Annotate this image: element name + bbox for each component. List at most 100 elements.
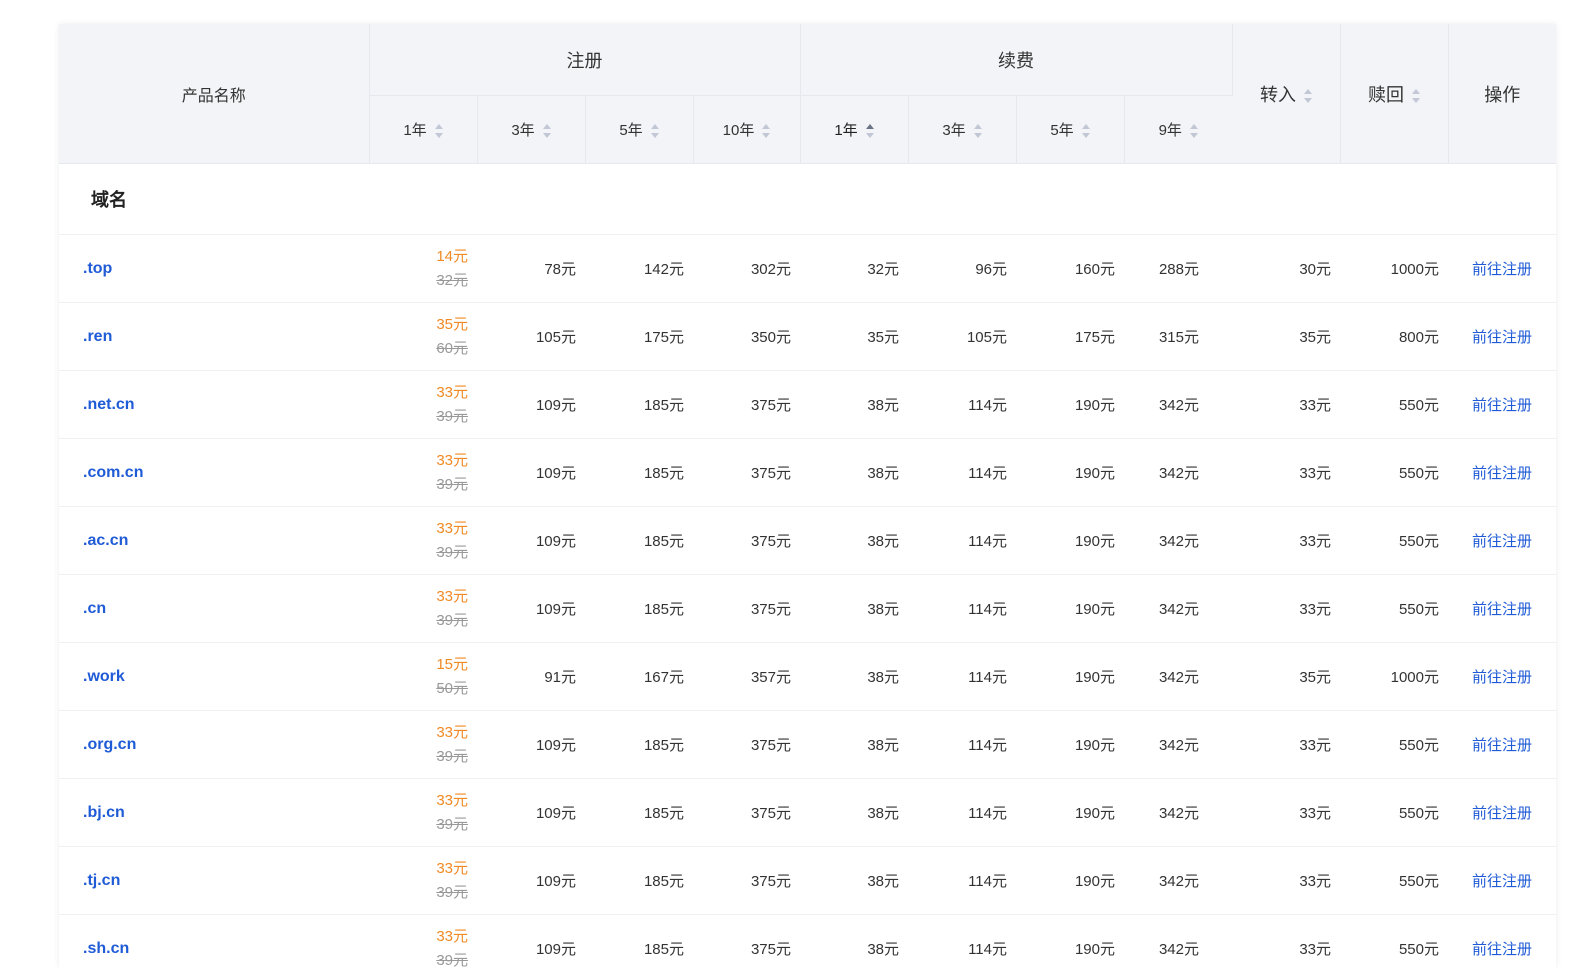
go-register-link[interactable]: 前往注册: [1472, 533, 1532, 550]
go-register-link[interactable]: 前往注册: [1472, 329, 1532, 346]
register-1y-price: 33元 39元: [369, 506, 477, 575]
renew-5y-price: 190元: [1016, 778, 1124, 847]
sort-icon[interactable]: [1081, 124, 1090, 139]
sort-icon[interactable]: [1304, 88, 1312, 103]
transfer-price: 33元: [1232, 846, 1340, 915]
go-register-link[interactable]: 前往注册: [1472, 941, 1532, 958]
action-cell: 前往注册: [1448, 506, 1556, 575]
register-3y-price: 109元: [477, 778, 585, 847]
domain-name: .com.cn: [59, 438, 369, 507]
sort-icon[interactable]: [762, 124, 771, 139]
original-price: 32元: [436, 271, 468, 289]
register-5y-price: 185元: [585, 778, 693, 847]
header-renew-9y[interactable]: 9年: [1124, 95, 1232, 164]
sort-icon[interactable]: [1189, 124, 1198, 139]
sort-icon[interactable]: [973, 124, 982, 139]
domain-name: .tj.cn: [59, 846, 369, 915]
sale-price: 33元: [436, 791, 468, 809]
domain-name: .ac.cn: [59, 506, 369, 575]
sort-icon[interactable]: [650, 124, 659, 139]
register-5y-price: 185元: [585, 846, 693, 915]
renew-9y-price: 288元: [1124, 234, 1232, 303]
sale-price: 35元: [436, 315, 468, 333]
register-10y-price: 375元: [693, 778, 800, 847]
original-price: 39元: [436, 747, 468, 765]
register-3y-price: 109元: [477, 574, 585, 643]
renew-9y-price: 315元: [1124, 302, 1232, 371]
renew-3y-price: 114元: [908, 370, 1016, 439]
sale-price: 33元: [436, 927, 468, 945]
register-3y-price: 109元: [477, 438, 585, 507]
go-register-link[interactable]: 前往注册: [1472, 261, 1532, 278]
header-register-3y[interactable]: 3年: [477, 95, 586, 164]
go-register-link[interactable]: 前往注册: [1472, 737, 1532, 754]
action-cell: 前往注册: [1448, 914, 1556, 968]
transfer-price: 30元: [1232, 234, 1340, 303]
table-body: 域名 .top 14元 32元 78元 142元 302元 32元 96元 160元 288元 30…: [59, 163, 1556, 968]
renew-3y-price: 114元: [908, 710, 1016, 779]
renew-1y-price: 38元: [800, 914, 908, 968]
sort-icon[interactable]: [542, 124, 551, 139]
register-5y-price: 175元: [585, 302, 693, 371]
register-1y-price: 33元 39元: [369, 370, 477, 439]
header-register-10y[interactable]: 10年: [693, 95, 801, 164]
header-register-5y[interactable]: 5年: [585, 95, 694, 164]
go-register-link[interactable]: 前往注册: [1472, 805, 1532, 822]
transfer-price: 35元: [1232, 642, 1340, 711]
action-cell: 前往注册: [1448, 438, 1556, 507]
col-label: 10年: [722, 122, 755, 139]
sale-price: 15元: [436, 655, 468, 673]
table-row: .top 14元 32元 78元 142元 302元 32元 96元 160元 288元 30元 10…: [59, 234, 1556, 303]
renew-3y-price: 114元: [908, 438, 1016, 507]
register-5y-price: 185元: [585, 506, 693, 575]
renew-5y-price: 190元: [1016, 846, 1124, 915]
register-3y-price: 109元: [477, 846, 585, 915]
header-register-1y[interactable]: 1年: [369, 95, 478, 164]
col-label: 5年: [619, 122, 643, 139]
redeem-price: 550元: [1340, 574, 1448, 643]
col-label: 1年: [403, 122, 427, 139]
domain-name: .bj.cn: [59, 778, 369, 847]
sort-asc-icon[interactable]: [865, 124, 874, 139]
domain-name: .ren: [59, 302, 369, 371]
header-redeem[interactable]: 赎回: [1340, 24, 1449, 164]
table-row: .org.cn 33元 39元 109元 185元 375元 38元 114元 190元 342元…: [59, 710, 1556, 779]
sale-price: 33元: [436, 519, 468, 537]
header-transfer[interactable]: 转入: [1232, 24, 1341, 164]
go-register-link[interactable]: 前往注册: [1472, 873, 1532, 890]
renew-5y-price: 190元: [1016, 370, 1124, 439]
renew-5y-price: 190元: [1016, 914, 1124, 968]
go-register-link[interactable]: 前往注册: [1472, 669, 1532, 686]
register-10y-price: 375元: [693, 438, 800, 507]
renew-3y-price: 114元: [908, 778, 1016, 847]
header-renew-3y[interactable]: 3年: [908, 95, 1017, 164]
renew-1y-price: 38元: [800, 506, 908, 575]
domain-name: .net.cn: [59, 370, 369, 439]
register-5y-price: 185元: [585, 438, 693, 507]
transfer-price: 35元: [1232, 302, 1340, 371]
original-price: 39元: [436, 475, 468, 493]
table-row: .cn 33元 39元 109元 185元 375元 38元 114元 190元 342元 33元 5…: [59, 574, 1556, 643]
domain-name: .cn: [59, 574, 369, 643]
sort-icon[interactable]: [1412, 88, 1420, 103]
original-price: 39元: [436, 407, 468, 425]
renew-1y-price: 38元: [800, 370, 908, 439]
original-price: 39元: [436, 611, 468, 629]
register-1y-price: 14元 32元: [369, 234, 477, 303]
register-5y-price: 185元: [585, 370, 693, 439]
go-register-link[interactable]: 前往注册: [1472, 601, 1532, 618]
col-label: 3年: [511, 122, 535, 139]
register-10y-price: 302元: [693, 234, 800, 303]
sort-icon[interactable]: [434, 124, 443, 139]
renew-3y-price: 114元: [908, 642, 1016, 711]
original-price: 39元: [436, 543, 468, 561]
header-renew-1y[interactable]: 1年: [800, 95, 909, 164]
go-register-link[interactable]: 前往注册: [1472, 397, 1532, 414]
go-register-link[interactable]: 前往注册: [1472, 465, 1532, 482]
renew-9y-price: 342元: [1124, 506, 1232, 575]
renew-3y-price: 114元: [908, 574, 1016, 643]
header-renew-5y[interactable]: 5年: [1016, 95, 1125, 164]
renew-9y-price: 342元: [1124, 370, 1232, 439]
renew-5y-price: 160元: [1016, 234, 1124, 303]
transfer-price: 33元: [1232, 778, 1340, 847]
